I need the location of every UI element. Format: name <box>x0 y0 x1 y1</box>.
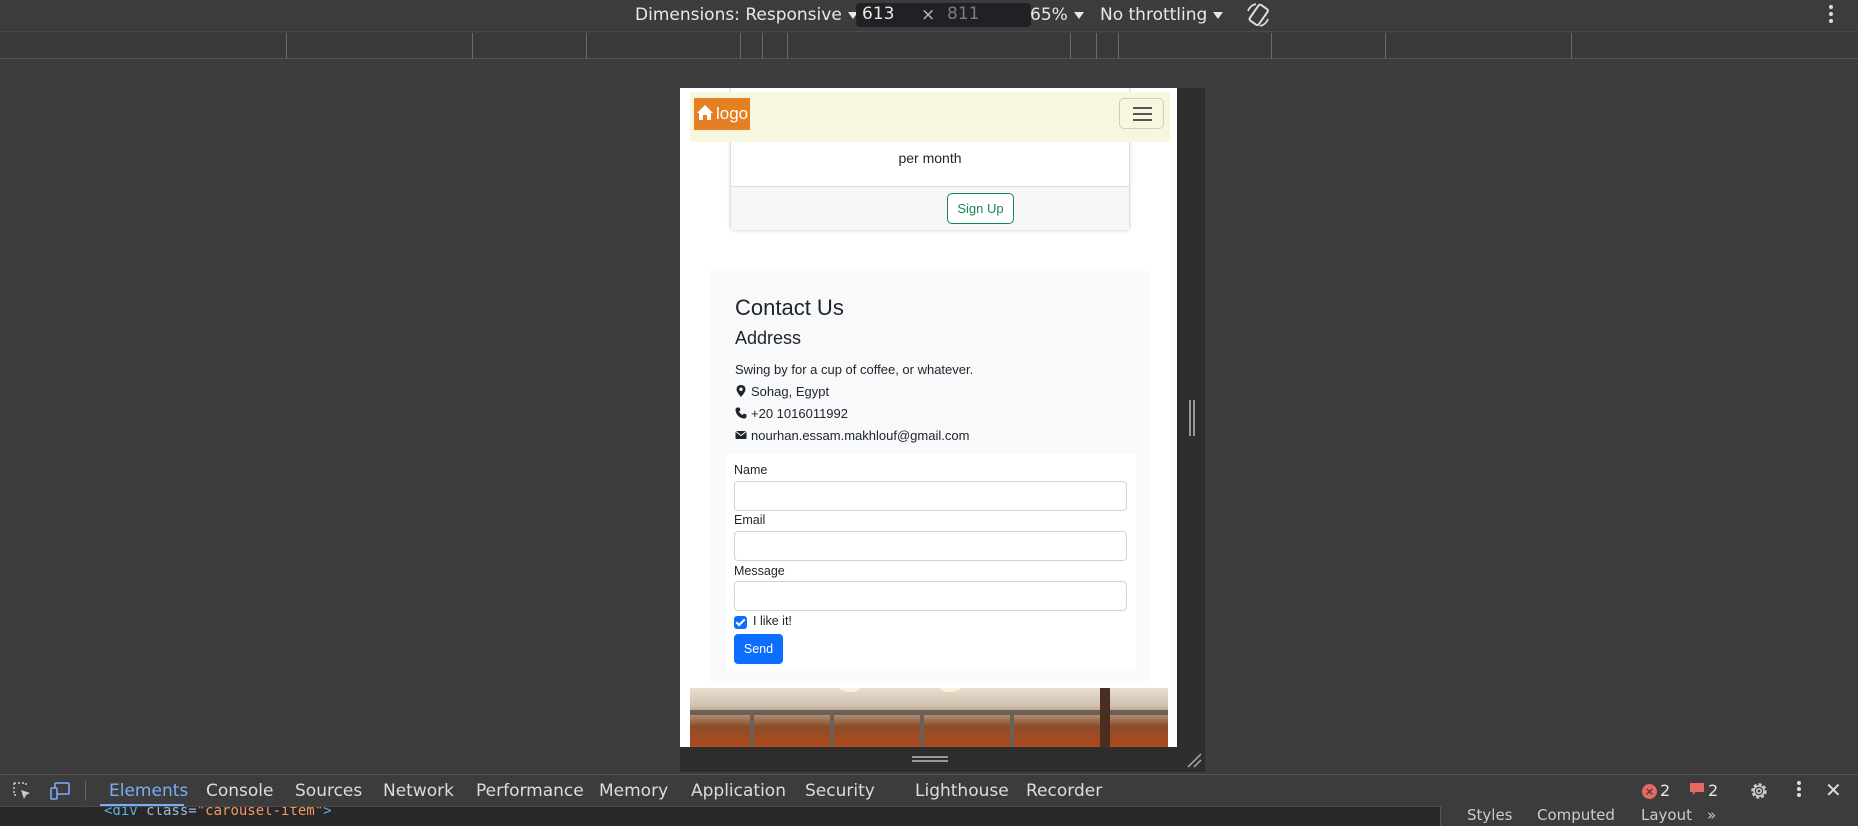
home-icon <box>697 105 713 120</box>
dimensions-label: Dimensions: Responsive <box>635 5 842 25</box>
phone-line: +20 1016011992 <box>735 406 848 421</box>
warnings-count: 2 <box>1708 781 1719 800</box>
map-marker-icon <box>736 385 746 397</box>
throttling-label: No throttling <box>1100 5 1208 25</box>
send-button[interactable]: Send <box>734 634 783 664</box>
like-checkbox[interactable] <box>734 616 747 629</box>
card-footer <box>731 186 1129 230</box>
envelope-icon <box>735 431 747 439</box>
tab-elements[interactable]: Elements <box>109 781 188 801</box>
corner-resize-icon[interactable] <box>1186 752 1202 768</box>
device-toolbar-icon[interactable] <box>49 780 71 802</box>
dom-tag-open: <div <box>104 806 138 819</box>
dom-node-line[interactable]: <div class="carousel-item"> <box>104 806 332 819</box>
contact-form: Name Email Message I like it! Send <box>726 454 1136 671</box>
device-viewport: per month Sign Up logo Contact Us Addres… <box>680 88 1177 747</box>
address-heading: Address <box>735 328 802 348</box>
carousel-image <box>690 688 1168 747</box>
error-icon: × <box>1642 784 1657 799</box>
name-input[interactable] <box>734 481 1127 511</box>
tab-memory[interactable]: Memory <box>599 781 668 801</box>
contact-section: Contact Us Address Swing by for a cup of… <box>710 271 1150 681</box>
tab-recorder[interactable]: Recorder <box>1026 781 1102 801</box>
dom-tag-close: > <box>323 806 332 819</box>
sign-up-button[interactable]: Sign Up <box>947 193 1014 224</box>
styles-pane-tabs: Styles Computed Layout » <box>1440 806 1858 826</box>
tab-layout[interactable]: Layout <box>1641 806 1692 824</box>
contact-tagline: Swing by for a cup of coffee, or whateve… <box>735 362 974 377</box>
navbar-toggler-button[interactable] <box>1119 98 1164 129</box>
issue-icon <box>1690 783 1704 795</box>
right-resize-handle[interactable] <box>1189 400 1195 436</box>
close-icon[interactable]: ✕ <box>1825 778 1842 802</box>
message-label: Message <box>734 564 785 578</box>
more-options-icon[interactable] <box>1824 2 1838 28</box>
errors-count: 2 <box>1660 781 1671 800</box>
media-query-ruler[interactable] <box>0 33 1858 59</box>
like-checkbox-label: I like it! <box>753 614 792 628</box>
phone-text: +20 1016011992 <box>751 406 848 421</box>
zoom-label: 65% <box>1030 5 1068 25</box>
tab-computed[interactable]: Computed <box>1537 806 1615 824</box>
tab-console[interactable]: Console <box>206 781 274 801</box>
location-text: Sohag, Egypt <box>751 384 830 399</box>
errors-badge[interactable]: × 2 <box>1642 781 1670 800</box>
logo-text: logo <box>716 104 749 123</box>
email-label: Email <box>734 513 766 527</box>
tab-performance[interactable]: Performance <box>476 781 584 801</box>
bottom-resize-handle[interactable] <box>912 756 948 762</box>
dom-attribute-value: "carousel-item" <box>196 806 324 819</box>
device-toolbar: Dimensions: Responsive 613 × 811 65% No … <box>0 0 1858 32</box>
tab-network[interactable]: Network <box>383 781 454 801</box>
dom-attribute: class= <box>137 806 197 819</box>
tab-lighthouse[interactable]: Lighthouse <box>915 781 1009 801</box>
devtools-tab-bar: Elements Console Sources Network Perform… <box>0 774 1858 806</box>
navbar: logo <box>690 92 1170 142</box>
tab-styles[interactable]: Styles <box>1467 806 1513 824</box>
logo-link[interactable]: logo <box>694 98 750 130</box>
devtools-menu-icon[interactable] <box>1793 779 1805 803</box>
tab-sources[interactable]: Sources <box>295 781 362 801</box>
toolbar-separator <box>85 781 86 801</box>
chevron-down-icon <box>1213 11 1224 19</box>
gear-icon[interactable] <box>1748 780 1770 802</box>
inspect-element-icon[interactable] <box>11 780 33 802</box>
email-text: nourhan.essam.makhlouf@gmail.com <box>751 428 970 443</box>
contact-title: Contact Us <box>735 295 844 320</box>
warnings-badge[interactable]: 2 <box>1690 781 1718 800</box>
zoom-dropdown[interactable]: 65% <box>1030 5 1084 25</box>
tab-security[interactable]: Security <box>805 781 875 801</box>
pricing-period: per month <box>898 150 962 166</box>
message-input[interactable] <box>734 581 1127 611</box>
times-separator: × <box>921 5 936 25</box>
height-input[interactable]: 811 <box>941 3 1031 27</box>
email-line: nourhan.essam.makhlouf@gmail.com <box>735 428 969 443</box>
more-tabs-icon[interactable]: » <box>1707 806 1716 824</box>
hamburger-icon <box>1133 107 1152 109</box>
location-line: Sohag, Egypt <box>735 384 829 399</box>
rotate-icon[interactable] <box>1244 1 1272 29</box>
email-input[interactable] <box>734 531 1127 561</box>
chevron-down-icon <box>1073 11 1084 19</box>
throttling-dropdown[interactable]: No throttling <box>1100 5 1224 25</box>
phone-icon <box>735 407 747 419</box>
dimensions-dropdown[interactable]: Dimensions: Responsive <box>635 5 858 25</box>
name-label: Name <box>734 463 768 477</box>
tab-application[interactable]: Application <box>691 781 786 801</box>
